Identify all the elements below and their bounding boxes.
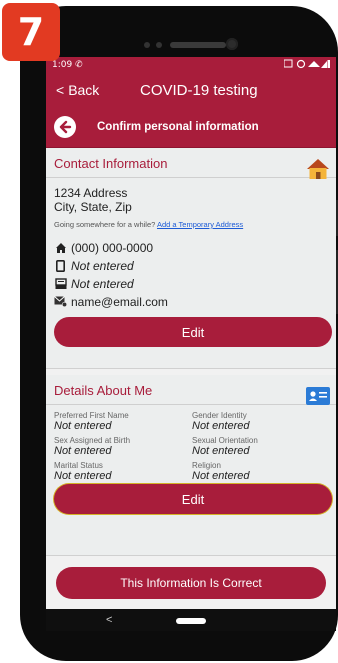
back-label: Back	[68, 82, 100, 98]
speaker-grille	[170, 42, 226, 48]
temporary-note-text: Going somewhere for a while?	[54, 220, 156, 229]
detail-label: Sex Assigned at Birth	[54, 436, 131, 445]
fax-row: Not entered	[46, 273, 336, 291]
app-screen: 1:09 ✆ < Back COVID-19 testing Confirm p…	[46, 57, 336, 609]
detail-marital-status: Marital Status Not entered	[54, 461, 192, 486]
contact-edit-button[interactable]: Edit	[54, 317, 332, 347]
signal-battery-icons	[283, 59, 330, 68]
status-icons	[283, 59, 330, 72]
details-grid: Preferred First Name Not entered Gender …	[46, 411, 336, 486]
mobile-phone-icon	[54, 259, 67, 272]
call-icon: ✆	[75, 60, 83, 70]
add-temporary-address-link[interactable]: Add a Temporary Address	[157, 220, 243, 229]
sub-header-title: Confirm personal information	[97, 121, 259, 133]
nav-bar: < Back COVID-19 testing	[46, 73, 336, 107]
detail-label: Gender Identity	[192, 411, 247, 420]
back-button[interactable]: < Back	[56, 82, 99, 98]
detail-gender-identity: Gender Identity Not entered	[192, 411, 332, 436]
divider	[46, 404, 336, 405]
detail-label: Religion	[192, 461, 221, 470]
contact-section-title: Contact Information	[54, 156, 168, 171]
address-line-1: 1234 Address	[54, 186, 128, 200]
home-phone-value: (000) 000-0000	[71, 240, 154, 255]
sensor-dot	[144, 42, 150, 48]
mobile-phone-row: Not entered	[46, 255, 336, 273]
home-icon	[54, 241, 67, 254]
house-illustration-icon	[307, 159, 329, 179]
contact-section: Contact Information 1234 Address City, S…	[46, 148, 336, 369]
email-value: name@email.com	[71, 294, 168, 309]
detail-value: Not entered	[54, 445, 112, 457]
confirm-information-button[interactable]: This Information Is Correct	[56, 567, 326, 599]
details-section-title: Details About Me	[54, 383, 153, 398]
page-title: COVID-19 testing	[140, 81, 258, 99]
status-bar: 1:09 ✆	[46, 57, 336, 73]
email-icon	[54, 295, 67, 308]
detail-label: Sexual Orientation	[192, 436, 258, 445]
address: 1234 Address City, State, Zip	[46, 178, 336, 214]
detail-value: Not entered	[54, 420, 112, 432]
sub-header: Confirm personal information	[46, 107, 336, 148]
mobile-phone-value: Not entered	[71, 258, 134, 273]
fax-icon	[54, 277, 67, 290]
detail-value: Not entered	[192, 470, 250, 482]
address-line-2: City, State, Zip	[54, 200, 132, 214]
detail-sexual-orientation: Sexual Orientation Not entered	[192, 436, 332, 461]
step-badge: 7	[2, 3, 60, 61]
detail-value: Not entered	[192, 420, 250, 432]
status-time: 1:09 ✆	[52, 60, 83, 70]
system-back-icon[interactable]: <	[106, 614, 112, 626]
detail-religion: Religion Not entered	[192, 461, 332, 486]
back-arrow-icon[interactable]	[54, 116, 76, 138]
detail-preferred-name: Preferred First Name Not entered	[54, 411, 192, 436]
detail-sex-assigned: Sex Assigned at Birth Not entered	[54, 436, 192, 461]
fax-value: Not entered	[71, 276, 134, 291]
id-card-icon	[306, 387, 330, 405]
front-camera	[226, 38, 238, 50]
home-phone-row: (000) 000-0000	[46, 237, 336, 255]
system-home-pill[interactable]	[176, 618, 206, 624]
detail-label: Preferred First Name	[54, 411, 129, 420]
temporary-address-note: Going somewhere for a while? Add a Tempo…	[46, 214, 336, 229]
detail-value: Not entered	[54, 470, 112, 482]
details-edit-button[interactable]: Edit	[54, 484, 332, 514]
details-section: Details About Me Preferred First Name No…	[46, 375, 336, 556]
detail-value: Not entered	[192, 445, 250, 457]
sensor-dot	[156, 42, 162, 48]
email-row: name@email.com	[46, 291, 336, 309]
back-chevron-icon: <	[56, 82, 65, 98]
detail-label: Marital Status	[54, 461, 103, 470]
